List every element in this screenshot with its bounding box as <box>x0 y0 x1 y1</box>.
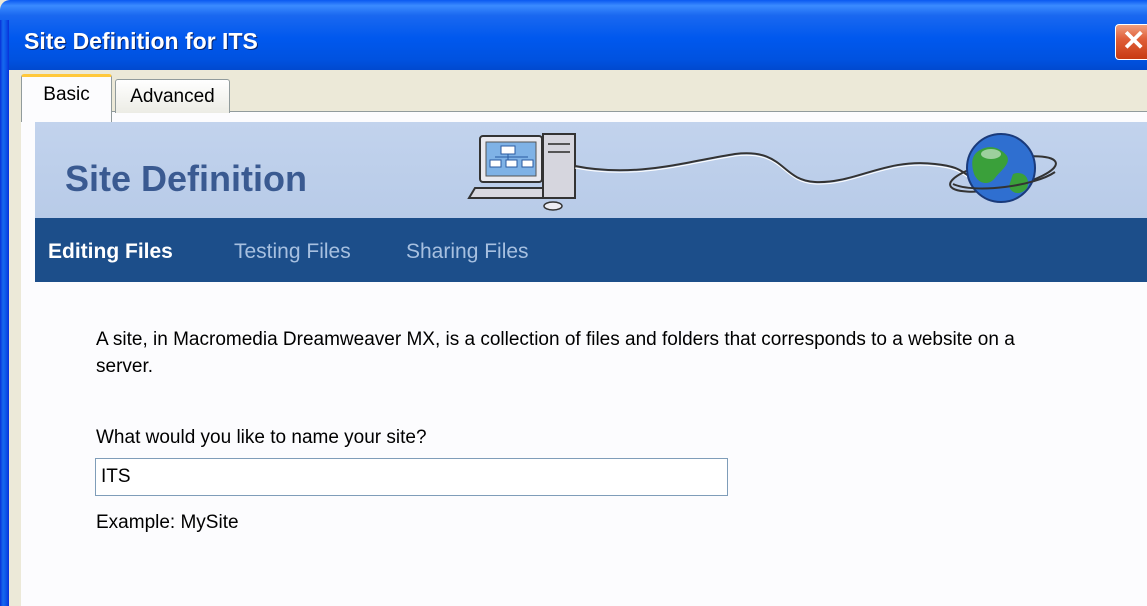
close-icon: ✕ <box>1122 25 1146 56</box>
site-name-question: What would you like to name your site? <box>96 427 427 448</box>
window-left-border <box>0 20 9 606</box>
tab-basic-label: Basic <box>43 84 90 105</box>
nav-editing-files[interactable]: Editing Files <box>48 240 173 264</box>
cable-icon <box>574 152 996 184</box>
header-illustration <box>467 133 1057 211</box>
tab-advanced-label: Advanced <box>130 86 215 107</box>
wizard-title: Site Definition <box>65 158 307 199</box>
computer-icon <box>467 133 576 211</box>
title-bar[interactable]: Site Definition for ITS <box>0 0 1147 70</box>
window-title: Site Definition for ITS <box>24 28 258 54</box>
site-description: A site, in Macromedia Dreamweaver MX, is… <box>96 329 1015 377</box>
site-definition-dialog: Site Definition for ITS ✕ Basic Advanced… <box>0 0 1147 606</box>
tab-advanced[interactable]: Advanced <box>115 79 230 113</box>
tab-basic[interactable]: Basic <box>21 74 112 122</box>
close-button[interactable]: ✕ <box>1115 24 1147 60</box>
wizard-nav: Editing Files Testing Files Sharing File… <box>35 218 1147 282</box>
wizard-header: Site Definition <box>35 122 1147 218</box>
site-name-example: Example: MySite <box>96 512 239 533</box>
globe-icon <box>949 133 1057 203</box>
nav-sharing-files[interactable]: Sharing Files <box>406 240 529 264</box>
nav-testing-files[interactable]: Testing Files <box>234 240 351 264</box>
site-name-input[interactable] <box>95 458 728 496</box>
